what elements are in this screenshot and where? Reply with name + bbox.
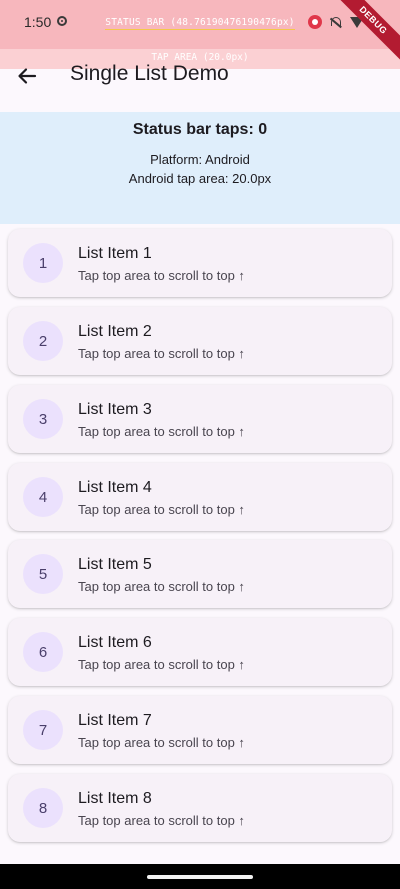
arrow-left-icon [18, 68, 37, 84]
item-avatar: 4 [23, 477, 63, 517]
list-item[interactable]: 1 List Item 1 Tap top area to scroll to … [8, 229, 392, 297]
item-title: List Item 7 [78, 712, 152, 729]
info-panel: Status bar taps: 0 Platform: Android And… [0, 112, 400, 224]
item-title: List Item 2 [78, 323, 152, 340]
item-avatar: 6 [23, 632, 63, 672]
item-title: List Item 4 [78, 479, 152, 496]
list-item[interactable]: 2 List Item 2 Tap top area to scroll to … [8, 307, 392, 375]
item-avatar: 3 [23, 399, 63, 439]
item-subtitle: Tap top area to scroll to top ↑ [78, 579, 245, 594]
item-subtitle: Tap top area to scroll to top ↑ [78, 424, 245, 439]
item-avatar: 8 [23, 788, 63, 828]
item-subtitle: Tap top area to scroll to top ↑ [78, 502, 245, 517]
tap-area-text: Android tap area: 20.0px [128, 171, 272, 186]
list-item[interactable]: 7 List Item 7 Tap top area to scroll to … [8, 696, 392, 764]
app-bar: Single List Demo [0, 49, 400, 104]
list-item[interactable]: 3 List Item 3 Tap top area to scroll to … [8, 385, 392, 453]
status-bar-label: STATUS BAR (48.76190476190476px) [105, 17, 295, 30]
tap-count-title: Status bar taps: 0 [132, 121, 268, 138]
list-item[interactable]: 4 List Item 4 Tap top area to scroll to … [8, 463, 392, 531]
item-title: List Item 1 [78, 245, 152, 262]
item-subtitle: Tap top area to scroll to top ↑ [78, 657, 245, 672]
navigation-bar [0, 864, 400, 889]
item-subtitle: Tap top area to scroll to top ↑ [78, 813, 245, 828]
item-avatar: 1 [23, 243, 63, 283]
item-title: List Item 6 [78, 634, 152, 651]
record-icon [308, 15, 322, 29]
bell-off-icon [330, 16, 342, 29]
home-gesture-handle[interactable] [147, 875, 253, 879]
item-title: List Item 5 [78, 556, 152, 573]
item-subtitle: Tap top area to scroll to top ↑ [78, 346, 245, 361]
list-item[interactable]: 6 List Item 6 Tap top area to scroll to … [8, 618, 392, 686]
list-item[interactable]: 8 List Item 8 Tap top area to scroll to … [8, 774, 392, 842]
item-title: List Item 3 [78, 401, 152, 418]
item-title: List Item 8 [78, 790, 152, 807]
page-title: Single List Demo [70, 62, 229, 85]
item-avatar: 2 [23, 321, 63, 361]
platform-text: Platform: Android [150, 152, 250, 167]
item-subtitle: Tap top area to scroll to top ↑ [78, 268, 245, 283]
back-button[interactable] [12, 61, 42, 91]
item-avatar: 5 [23, 554, 63, 594]
list-item[interactable]: 5 List Item 5 Tap top area to scroll to … [8, 540, 392, 608]
item-avatar: 7 [23, 710, 63, 750]
item-subtitle: Tap top area to scroll to top ↑ [78, 735, 245, 750]
